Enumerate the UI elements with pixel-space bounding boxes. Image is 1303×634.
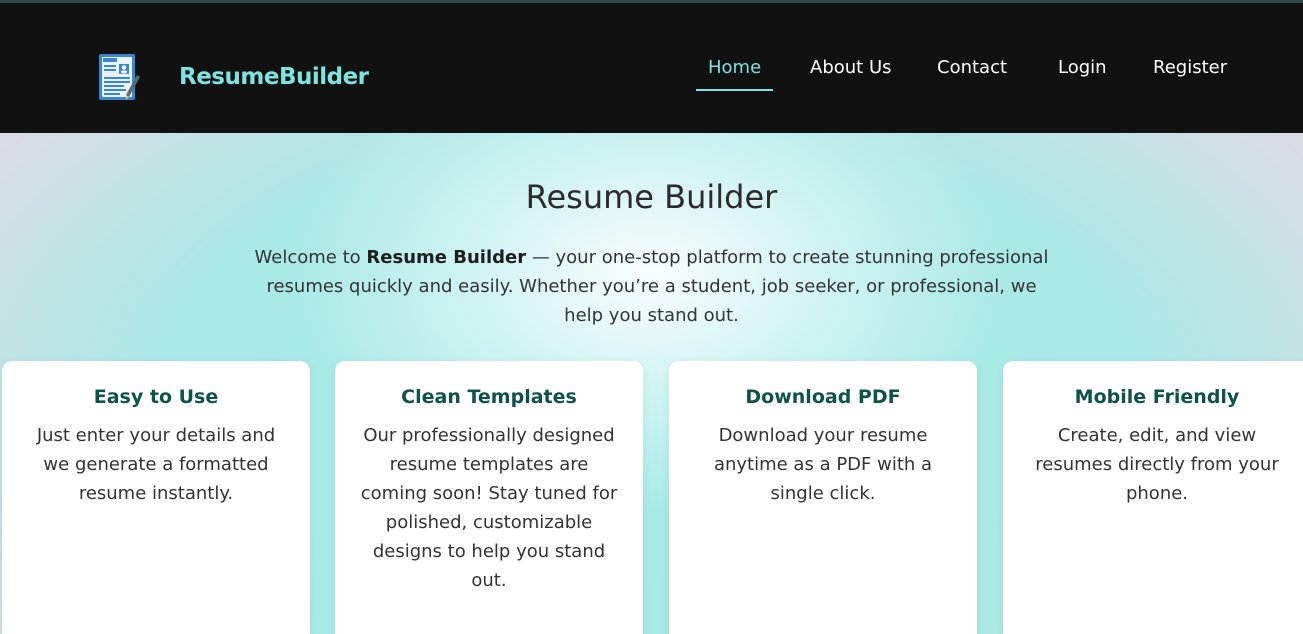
feature-card-easy-to-use: Easy to Use Just enter your details and …: [2, 361, 310, 634]
page-title: Resume Builder: [525, 178, 778, 216]
nav-link-contact[interactable]: Contact: [937, 56, 1007, 80]
nav-link-home[interactable]: Home: [695, 56, 774, 91]
hero-section: Resume Builder Welcome to Resume Builder…: [0, 133, 1303, 634]
feature-card-title: Mobile Friendly: [1074, 386, 1240, 408]
feature-card-clean-templates: Clean Templates Our professionally desig…: [335, 361, 643, 634]
feature-card-text: Download your resume anytime as a PDF wi…: [713, 425, 933, 504]
feature-card-text: Create, edit, and view resumes directly …: [1035, 425, 1279, 504]
navbar: ResumeBuilder Home About Us Contact Logi…: [0, 3, 1303, 133]
nav-link-about-us[interactable]: About Us: [810, 56, 892, 80]
hero-desc-bold: Resume Builder: [366, 247, 527, 268]
nav-link-register[interactable]: Register: [1153, 56, 1227, 80]
feature-card-title: Clean Templates: [401, 386, 577, 408]
feature-card-text: Our professionally designed resume templ…: [360, 425, 618, 591]
nav-link-login[interactable]: Login: [1058, 56, 1107, 80]
feature-card-text: Just enter your details and we generate …: [36, 425, 276, 504]
hero-desc-prefix: Welcome to: [254, 247, 367, 268]
feature-card-title: Easy to Use: [93, 386, 219, 408]
main-nav: Home About Us Contact Login Register: [0, 3, 1303, 133]
feature-card-title: Download PDF: [745, 386, 901, 408]
hero-description: Welcome to Resume Builder — your one-sto…: [250, 243, 1053, 330]
feature-card-mobile-friendly: Mobile Friendly Create, edit, and view r…: [1003, 361, 1303, 634]
feature-card-download-pdf: Download PDF Download your resume anytim…: [669, 361, 977, 634]
